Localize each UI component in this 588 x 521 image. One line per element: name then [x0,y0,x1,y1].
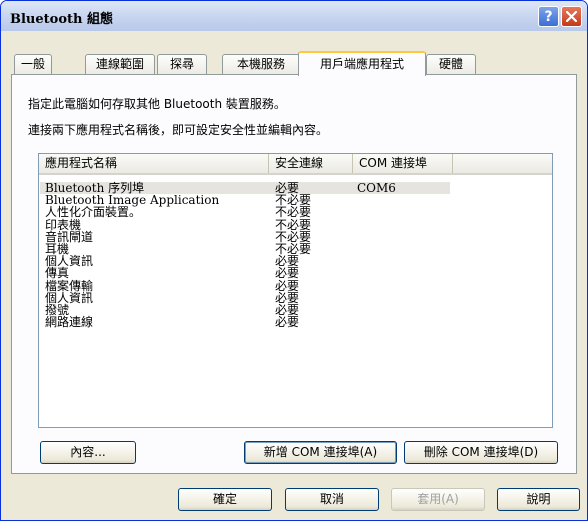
close-button[interactable] [561,6,582,27]
list-item[interactable]: 撥號 必要 [39,304,552,316]
cell-com-port: COM6 [357,181,396,195]
column-header-label: COM 連接埠 [359,156,427,170]
tab-panel: 指定此電腦如何存取其他 Bluetooth 裝置服務。 連接兩下應用程式名稱後，… [11,74,577,474]
tab-label: 探尋 [169,57,194,71]
question-mark-icon: ? [544,8,553,25]
button-label: 刪除 COM 連接埠(D) [423,445,539,459]
tab-label: 用戶端應用程式 [319,57,404,71]
tab-label: 一般 [20,57,45,71]
list-item[interactable]: 個人資訊 必要 [39,292,552,304]
description-line-1: 指定此電腦如何存取其他 Bluetooth 裝置服務。 [28,97,286,111]
help-button[interactable]: ? [538,6,559,27]
tab-client-applications[interactable]: 用戶端應用程式 [298,51,426,76]
cell-secure-connection: 必要 [275,266,300,281]
cell-secure-connection: 必要 [275,181,300,195]
cell-app-name: 印表機 [45,217,82,232]
cell-secure-connection: 必要 [275,290,300,305]
button-label: 取消 [319,492,344,506]
cell-secure-connection: 不必要 [275,217,312,232]
list-item[interactable]: 網路連線 必要 [39,316,552,328]
list-item[interactable]: 印表機 不必要 [39,219,552,231]
client-applications-list[interactable]: 應用程式名稱 安全連線 COM 連接埠 Bluetooth 序列埠 必要 COM6 B… [38,153,553,428]
cell-secure-connection: 不必要 [275,205,312,220]
cell-app-name: 人性化介面裝置。 [45,205,142,220]
list-item[interactable]: Bluetooth 序列埠 必要 COM6 [39,182,552,194]
window-title: Bluetooth 組態 [10,12,113,27]
list-item[interactable]: 耳機 不必要 [39,243,552,255]
button-label: 確定 [212,492,237,506]
cell-app-name: 個人資訊 [45,254,94,269]
close-x-icon [566,11,577,22]
cell-secure-connection: 不必要 [275,242,312,256]
description-line-2: 連接兩下應用程式名稱後，即可設定安全性並編輯內容。 [28,123,329,137]
list-header: 應用程式名稱 安全連線 COM 連接埠 [39,154,552,175]
tab-hardware[interactable]: 硬體 [426,54,476,74]
cell-app-name: 檔案傳輸 [45,278,94,293]
apply-button[interactable]: 套用(A) [391,488,485,511]
column-header-label: 應用程式名稱 [45,156,118,170]
list-item[interactable]: 音訊閘道 不必要 [39,231,552,243]
cancel-button[interactable]: 取消 [285,488,379,511]
properties-button[interactable]: 內容... [40,441,136,464]
button-label: 內容... [70,445,106,459]
list-item[interactable]: Bluetooth Image Application 不必要 [39,194,552,206]
list-item[interactable]: 檔案傳輸 必要 [39,280,552,292]
cell-app-name: Bluetooth Image Application [45,193,220,208]
bluetooth-config-dialog: Bluetooth 組態 ? 一般 連線範圍 探尋 本機服務 用戶端應用程式 硬… [0,0,588,521]
tab-label: 連線範圍 [95,57,144,71]
tab-label: 本機服務 [236,57,285,71]
tab-local-services[interactable]: 本機服務 [222,54,300,74]
button-label: 套用(A) [417,492,459,506]
cell-secure-connection: 必要 [275,278,300,293]
tab-label: 硬體 [438,57,463,71]
title-bar[interactable]: Bluetooth 組態 ? [1,1,587,31]
tab-general[interactable]: 一般 [14,54,52,74]
cell-app-name: 網路連線 [45,315,94,330]
list-item[interactable]: 人性化介面裝置。 不必要 [39,206,552,218]
column-header-label: 安全連線 [275,156,324,170]
column-header-secure-connection[interactable]: 安全連線 [269,154,353,173]
add-com-port-button[interactable]: 新增 COM 連接埠(A) [244,441,397,464]
cell-secure-connection: 必要 [275,315,300,330]
cell-app-name: Bluetooth 序列埠 [45,181,145,195]
cell-secure-connection: 不必要 [275,193,312,208]
tab-strip: 一般 連線範圍 探尋 本機服務 用戶端應用程式 硬體 [11,51,577,76]
cell-secure-connection: 不必要 [275,229,312,244]
column-header-com-port[interactable]: COM 連接埠 [353,154,453,173]
list-item[interactable]: 傳真 必要 [39,267,552,279]
cell-app-name: 傳真 [45,266,70,281]
help-dialog-button[interactable]: 說明 [497,488,580,511]
remove-com-port-button[interactable]: 刪除 COM 連接埠(D) [404,441,558,464]
cell-secure-connection: 必要 [275,303,300,317]
cell-app-name: 個人資訊 [45,290,94,305]
cell-app-name: 音訊閘道 [45,229,94,244]
tab-discovery[interactable]: 探尋 [157,54,207,74]
tab-connection-range[interactable]: 連線範圍 [85,54,155,74]
cell-secure-connection: 必要 [275,254,300,269]
button-label: 新增 COM 連接埠(A) [263,445,378,459]
ok-button[interactable]: 確定 [178,488,272,511]
column-header-app-name[interactable]: 應用程式名稱 [39,154,269,173]
list-item[interactable]: 個人資訊 必要 [39,255,552,267]
button-label: 說明 [526,492,551,506]
